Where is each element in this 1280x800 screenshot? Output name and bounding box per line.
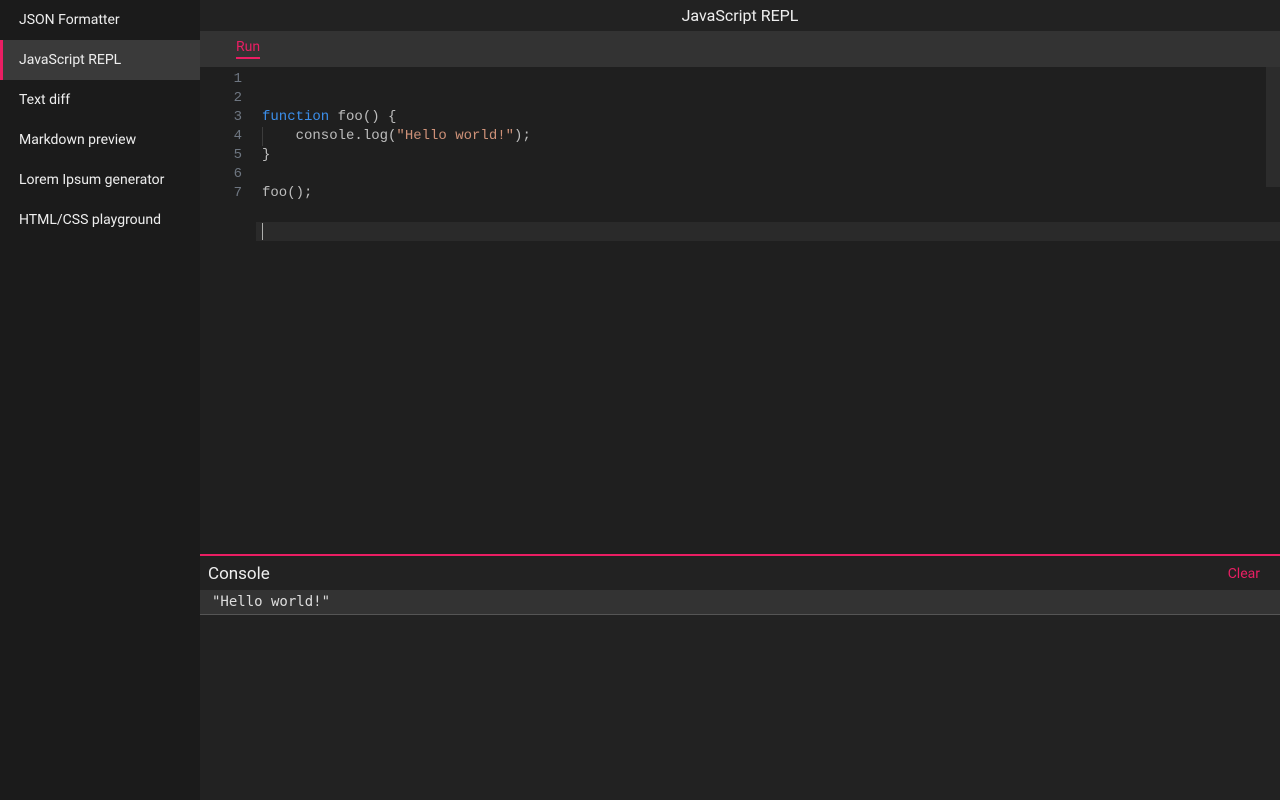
clear-button[interactable]: Clear bbox=[1228, 566, 1260, 582]
line-number-gutter: 1234567 bbox=[200, 67, 256, 554]
code-line[interactable]: console.log("Hello world!"); bbox=[256, 127, 1280, 146]
console-title: Console bbox=[208, 564, 270, 584]
code-line[interactable] bbox=[256, 222, 1280, 241]
line-number: 3 bbox=[200, 108, 242, 127]
code-line[interactable] bbox=[256, 203, 1280, 222]
line-number: 6 bbox=[200, 165, 242, 184]
code-line[interactable]: foo(); bbox=[256, 184, 1280, 203]
code-editor[interactable]: 1234567 function foo() { console.log("He… bbox=[200, 67, 1280, 554]
sidebar-item-json-formatter[interactable]: JSON Formatter bbox=[0, 0, 200, 40]
console-line: "Hello world!" bbox=[200, 590, 1280, 615]
line-number: 7 bbox=[200, 184, 242, 203]
line-number: 4 bbox=[200, 127, 242, 146]
sidebar-item-javascript-repl[interactable]: JavaScript REPL bbox=[0, 40, 200, 80]
page-title: JavaScript REPL bbox=[200, 0, 1280, 31]
code-line[interactable] bbox=[256, 165, 1280, 184]
line-number: 1 bbox=[200, 70, 242, 89]
toolbar: Run bbox=[200, 31, 1280, 67]
code-line[interactable]: function foo() { bbox=[256, 108, 1280, 127]
sidebar-item-text-diff[interactable]: Text diff bbox=[0, 80, 200, 120]
code-area[interactable]: function foo() { console.log("Hello worl… bbox=[256, 67, 1280, 554]
console-header: Console Clear bbox=[200, 556, 1280, 590]
line-number: 2 bbox=[200, 89, 242, 108]
sidebar-item-lorem-ipsum-generator[interactable]: Lorem Ipsum generator bbox=[0, 160, 200, 200]
sidebar: JSON FormatterJavaScript REPLText diffMa… bbox=[0, 0, 200, 800]
text-cursor bbox=[262, 223, 263, 240]
sidebar-item-html-css-playground[interactable]: HTML/CSS playground bbox=[0, 200, 200, 240]
console-output[interactable]: "Hello world!" bbox=[200, 590, 1280, 800]
run-button[interactable]: Run bbox=[236, 39, 260, 59]
code-line[interactable]: } bbox=[256, 146, 1280, 165]
main-panel: JavaScript REPL Run 1234567 function foo… bbox=[200, 0, 1280, 800]
sidebar-item-markdown-preview[interactable]: Markdown preview bbox=[0, 120, 200, 160]
line-number: 5 bbox=[200, 146, 242, 165]
minimap[interactable] bbox=[1266, 67, 1280, 187]
